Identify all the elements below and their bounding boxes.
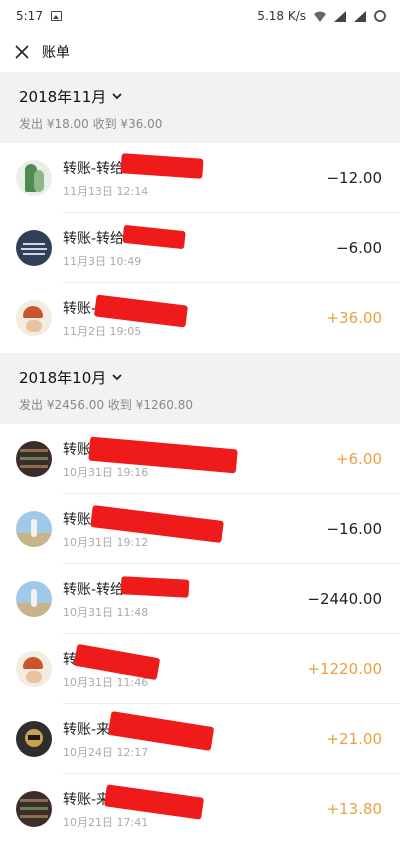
list-item[interactable]: 转账-来自 10月31日 19:16 +6.00 (0, 424, 400, 494)
item-date: 10月31日 19:16 (63, 466, 149, 479)
avatar (16, 721, 52, 757)
network-speed: 5.18 K/s (257, 9, 306, 23)
redaction-mark (120, 153, 204, 179)
avatar (16, 300, 52, 336)
wifi-icon (314, 11, 326, 22)
item-title: 转账-转给 (63, 582, 125, 598)
close-button[interactable] (10, 40, 34, 64)
item-title: 转账- (63, 301, 97, 317)
item-date: 11月3日 10:49 (63, 255, 142, 268)
list-item[interactable]: 转账-转给 11月13日 12:14 −12.00 (0, 143, 400, 213)
month-summary: 发出 ¥18.00 收到 ¥36.00 (19, 117, 163, 131)
list-item[interactable]: 转账-转给 11月3日 10:49 −6.00 (0, 213, 400, 283)
close-icon (15, 45, 29, 59)
month-label: 2018年10月 (19, 369, 107, 387)
item-amount: −2440.00 (307, 590, 382, 608)
redaction-mark (122, 224, 186, 250)
item-date: 11月13日 12:14 (63, 185, 149, 198)
signal-icon-2 (354, 10, 366, 22)
item-title: 转账-转给 (63, 161, 125, 177)
image-notification-icon (50, 11, 62, 21)
list-item[interactable]: 转账- 11月2日 19:05 +36.00 (0, 283, 400, 353)
item-amount: +1220.00 (307, 660, 382, 678)
status-time: 5:17 (16, 9, 43, 23)
item-date: 10月31日 19:12 (63, 536, 149, 549)
status-bar: 5:17 5.18 K/s (0, 0, 400, 32)
avatar (16, 581, 52, 617)
month-selector[interactable]: 2018年10月 (19, 367, 381, 388)
avatar (16, 230, 52, 266)
item-date: 11月2日 19:05 (63, 325, 142, 338)
item-title: 转账-转给 (63, 231, 125, 247)
list-item[interactable]: 转账-来自 10月21日 17:41 +13.80 (0, 774, 400, 844)
redaction-mark (120, 576, 190, 598)
item-date: 10月31日 11:48 (63, 606, 149, 619)
list-item[interactable]: 转账-转给 10月31日 11:48 −2440.00 (0, 564, 400, 634)
item-amount: +36.00 (326, 309, 382, 327)
month-header-oct: 2018年10月 发出 ¥2456.00 收到 ¥1260.80 (0, 353, 400, 424)
avatar (16, 651, 52, 687)
month-label: 2018年11月 (19, 88, 107, 106)
item-amount: −6.00 (336, 239, 382, 257)
avatar (16, 441, 52, 477)
chevron-down-icon (112, 374, 122, 381)
list-item[interactable]: 转账-转给 10月31日 19:12 −16.00 (0, 494, 400, 564)
page-title: 账单 (42, 45, 70, 61)
month-selector[interactable]: 2018年11月 (19, 86, 381, 107)
item-amount: +13.80 (326, 800, 382, 818)
battery-ring-icon (374, 10, 386, 22)
month-header-nov: 2018年11月 发出 ¥18.00 收到 ¥36.00 (0, 72, 400, 143)
list-item[interactable]: 转账-来自 10月24日 12:17 +21.00 (0, 704, 400, 774)
avatar (16, 511, 52, 547)
item-amount: −16.00 (326, 520, 382, 538)
item-amount: −12.00 (326, 169, 382, 187)
avatar (16, 791, 52, 827)
avatar (16, 160, 52, 196)
item-date: 10月21日 17:41 (63, 816, 149, 829)
item-amount: +6.00 (336, 450, 382, 468)
list-item[interactable]: 转账- 10月31日 11:46 +1220.00 (0, 634, 400, 704)
top-bar: 账单 (0, 32, 400, 72)
item-date: 10月24日 12:17 (63, 746, 149, 759)
signal-icon (334, 10, 346, 22)
item-amount: +21.00 (326, 730, 382, 748)
month-summary: 发出 ¥2456.00 收到 ¥1260.80 (19, 398, 193, 412)
chevron-down-icon (112, 93, 122, 100)
